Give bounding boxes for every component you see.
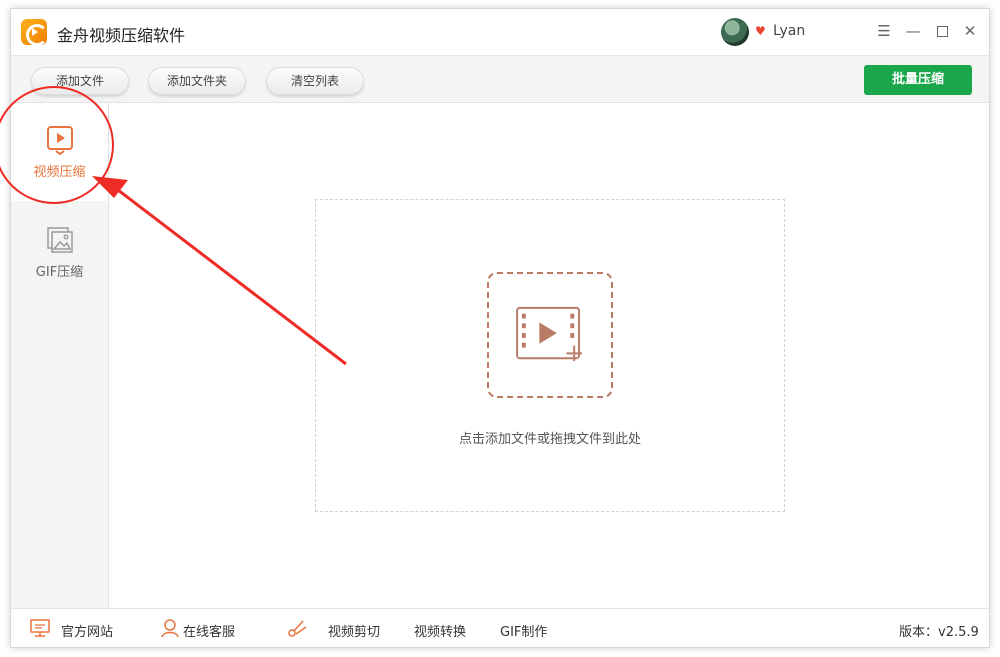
online-service-link[interactable]: 在线客服 (183, 621, 235, 640)
scissors-icon (288, 620, 307, 637)
official-site-link[interactable]: 官方网站 (61, 621, 113, 640)
file-drop-zone[interactable]: 点击添加文件或拖拽文件到此处 (315, 199, 785, 512)
user-avatar[interactable] (721, 18, 749, 46)
version-label: 版本：v2.5.9 (899, 625, 979, 640)
sidebar-item-gif-compress[interactable]: GIF压缩 (11, 203, 108, 301)
maximize-icon[interactable] (931, 20, 953, 42)
clear-list-button[interactable]: 清空列表 (266, 67, 364, 95)
close-icon[interactable]: ✕ (959, 20, 981, 42)
drop-hint-text: 点击添加文件或拖拽文件到此处 (458, 432, 641, 447)
user-name[interactable]: Lyan (773, 23, 805, 39)
video-convert-link[interactable]: 视频转换 (414, 621, 466, 640)
add-video-box[interactable] (487, 272, 613, 398)
app-logo-icon (21, 19, 48, 46)
gif-make-link[interactable]: GIF制作 (500, 621, 547, 640)
status-bar: 官方网站 在线客服 视频剪切 视频转换 GIF制作 版本：v2.5.9 (11, 608, 989, 647)
add-folder-button[interactable]: 添加文件夹 (148, 67, 246, 95)
video-cut-link[interactable]: 视频剪切 (328, 621, 380, 640)
vip-heart-icon: ♥ (755, 24, 766, 38)
add-video-icon (516, 306, 582, 362)
toolbar: 添加文件 添加文件夹 清空列表 批量压缩 (11, 55, 989, 103)
app-title: 金舟视频压缩软件 (57, 26, 186, 45)
title-bar: 金舟视频压缩软件 ♥ Lyan ☰ — ✕ (11, 9, 989, 55)
gif-image-icon (47, 227, 73, 253)
monitor-icon (30, 619, 50, 637)
sidebar-item-label: GIF压缩 (35, 265, 84, 280)
customer-service-icon (161, 619, 179, 638)
batch-compress-button[interactable]: 批量压缩 (864, 65, 972, 95)
minimize-icon[interactable]: — (902, 20, 924, 42)
menu-icon[interactable]: ☰ (873, 20, 895, 42)
app-window: 金舟视频压缩软件 ♥ Lyan ☰ — ✕ 添加文件 添加文件夹 清空列表 批量… (10, 8, 990, 648)
